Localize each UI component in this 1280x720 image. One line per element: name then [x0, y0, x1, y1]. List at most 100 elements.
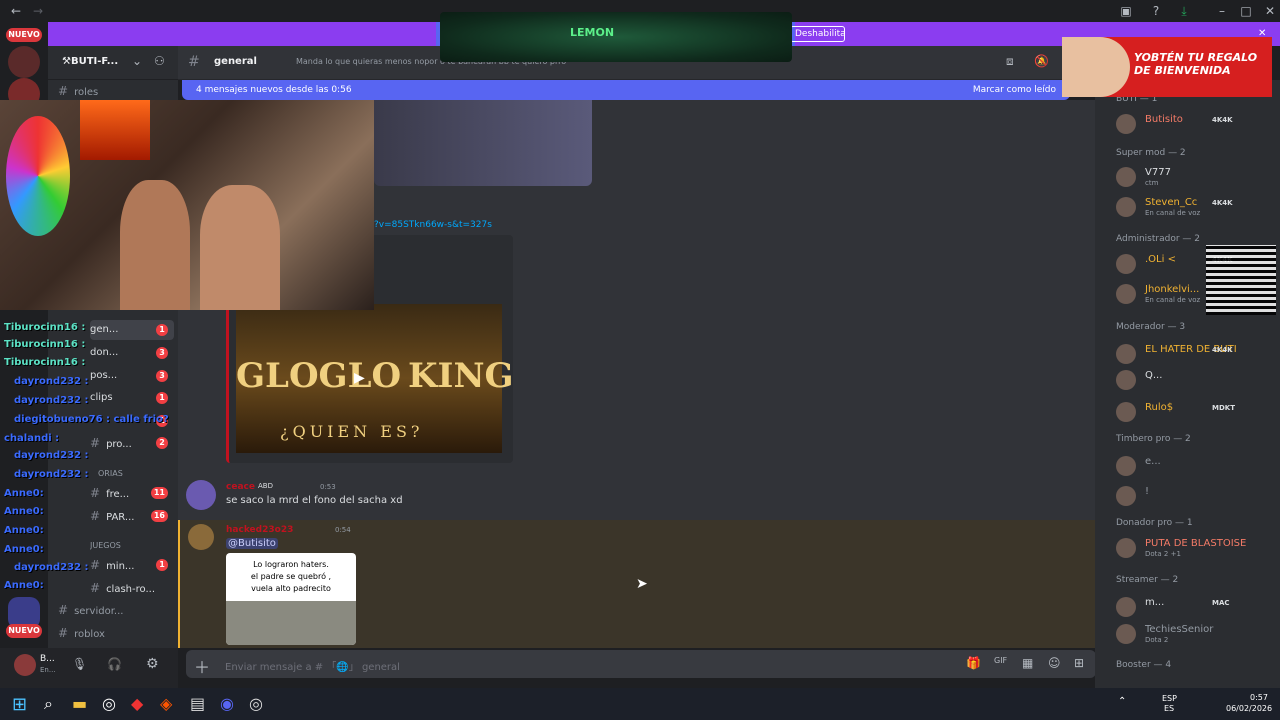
user-status: En... [40, 666, 56, 674]
add-member-icon[interactable]: ⚇ [154, 54, 165, 68]
video-subtitle: ¿QUIEN ES? [280, 422, 424, 441]
app-icon[interactable]: ◎ [249, 694, 263, 713]
hash-icon: # [58, 603, 69, 617]
channel-min[interactable]: # min... 1 [90, 555, 174, 575]
close-icon[interactable]: ✕ [1262, 3, 1278, 19]
channel-pos[interactable]: pos... 3 [90, 366, 174, 386]
user-panel: B... En... 🎙 🎧 ⚙ [0, 648, 178, 688]
headphones-icon[interactable]: 🎧 [107, 657, 122, 671]
user-mention[interactable]: @Butisito [226, 538, 278, 549]
message-input[interactable]: Enviar mensaje a # 「🌐」 general [225, 658, 400, 673]
member-name: TechiesSenior [1145, 624, 1214, 635]
member-item[interactable]: PUTA DE BLASTOISE Dota 2 +1 [1116, 536, 1276, 560]
mute-bell-icon[interactable]: 🔕 [1034, 54, 1049, 68]
member-item[interactable]: TechiesSenior Dota 2 [1116, 622, 1276, 646]
category-juegos[interactable]: JUEGOS [90, 536, 174, 556]
close-icon[interactable]: ✕ [1258, 28, 1266, 39]
member-name: Rulo$ [1145, 402, 1174, 413]
member-item[interactable]: Rulo$ MDKT [1116, 400, 1276, 424]
hash-icon: # [58, 84, 69, 98]
server-icon[interactable] [8, 46, 40, 78]
search-icon[interactable]: ⌕ [44, 694, 53, 714]
forward-arrow-icon[interactable]: → [30, 3, 46, 19]
minimize-icon[interactable]: – [1214, 3, 1230, 19]
member-name: Butisito [1145, 114, 1183, 125]
message-author[interactable]: ceace [226, 482, 255, 492]
channel-par[interactable]: # PAR... 16 [90, 506, 174, 526]
member-name: Q... [1145, 370, 1163, 381]
avatar[interactable] [188, 524, 214, 550]
video-link[interactable]: ?v=85STkn66w-s&t=327s [374, 220, 492, 230]
server-header[interactable]: ⚒BUTI-F... ⌄ ⚇ [48, 46, 178, 80]
member-item[interactable]: Q... [1116, 368, 1276, 392]
apps-icon[interactable]: ⊞ [1074, 656, 1084, 670]
threads-icon[interactable]: ⧈ [1006, 54, 1014, 69]
video-embed-top[interactable] [374, 100, 592, 186]
brave-icon[interactable]: ◈ [160, 694, 172, 713]
member-item[interactable]: m... MAC [1116, 595, 1276, 619]
member-item[interactable]: Butisito 4K4K [1116, 112, 1276, 136]
member-item[interactable]: V777 ctm [1116, 165, 1276, 189]
stream-chat-name: Anne0: [4, 580, 44, 591]
member-tag: 4K4K [1212, 346, 1233, 354]
chrome-icon[interactable]: ◎ [102, 694, 116, 713]
inbox-icon[interactable]: ▣ [1118, 3, 1134, 19]
discord-icon[interactable]: ◉ [220, 694, 234, 713]
download-icon[interactable]: ⤓ [1176, 3, 1192, 19]
hash-icon: # [90, 558, 101, 572]
back-arrow-icon[interactable]: ← [8, 3, 24, 19]
hash-icon: # [90, 509, 101, 523]
play-icon[interactable]: ▶ [354, 370, 365, 386]
channel-roblox[interactable]: # roblox [58, 623, 174, 643]
message-text: se saco la mrd el fono del sacha xd [226, 495, 403, 506]
disable-button[interactable]: Deshabilitar [790, 26, 845, 42]
member-item[interactable]: ! [1116, 484, 1276, 508]
member-name: PUTA DE BLASTOISE [1145, 538, 1247, 549]
emoji-icon[interactable]: ☺ [1048, 656, 1061, 670]
sticker-icon[interactable]: ▦ [1022, 656, 1033, 670]
language-indicator[interactable]: ESP [1162, 694, 1177, 703]
windows-start-icon[interactable]: ⊞ [12, 694, 27, 715]
folder-icon[interactable]: ▬ [72, 694, 87, 713]
plus-icon[interactable]: ＋ [194, 654, 210, 678]
channel-pro[interactable]: # pro... 2 [90, 433, 174, 453]
gift-icon[interactable]: 🎁 [966, 656, 981, 670]
member-item[interactable]: EL HATER DE BUTI 4K4K [1116, 342, 1276, 366]
app-icon[interactable]: ▤ [190, 694, 205, 713]
channel-don[interactable]: don... 3 [90, 343, 174, 363]
avatar[interactable] [14, 654, 36, 676]
stream-chat-name: Anne0: [4, 544, 44, 555]
message-author[interactable]: hacked23o23 [226, 525, 293, 535]
microphone-icon[interactable]: 🎙 [72, 657, 87, 671]
stream-chat-name: Tiburocinn16 : [4, 357, 86, 368]
member-tag: MDKT [1212, 404, 1235, 412]
channel-general[interactable]: gen... 1 [90, 320, 174, 340]
message-composer[interactable]: ＋ Enviar mensaje a # 「🌐」 general 🎁 GIF ▦… [186, 650, 1096, 678]
hash-icon: # [90, 436, 101, 450]
member-item[interactable]: e... [1116, 454, 1276, 478]
gear-icon[interactable]: ⚙ [146, 656, 159, 672]
clock-time[interactable]: 0:57 [1250, 693, 1268, 702]
gif-icon[interactable]: GIF [994, 656, 1007, 665]
maximize-icon[interactable]: □ [1238, 3, 1254, 19]
app-icon[interactable]: ◆ [131, 694, 143, 713]
new-pill: NUEVO [6, 624, 42, 638]
chevron-up-icon[interactable]: ⌃ [1118, 696, 1126, 707]
server-name: ⚒BUTI-F... [62, 56, 119, 67]
avatar[interactable] [186, 480, 216, 510]
category-historias[interactable]: ORIAS [98, 464, 174, 484]
new-messages-bar[interactable]: 4 mensajes nuevos desde las 0:56 Marcar … [182, 80, 1070, 100]
member-tag: 4K4K [1212, 199, 1233, 207]
video-thumbnail[interactable]: GLOGLO KING ¿QUIEN ES? ▶ [236, 304, 514, 453]
channel-roles[interactable]: # roles [58, 81, 174, 101]
help-icon[interactable]: ? [1148, 3, 1164, 19]
meme-image[interactable]: Lo lograron haters. el padre se quebró ,… [226, 553, 356, 645]
channel-title: general [214, 56, 257, 67]
mark-read-button[interactable]: Marcar como leído [973, 80, 1056, 100]
channel-servidor[interactable]: # servidor... [58, 600, 174, 620]
member-item[interactable]: Steven_Cc 4K4K En canal de voz [1116, 195, 1276, 219]
channel-clash[interactable]: # clash-ro... [90, 578, 174, 598]
avatar [1116, 284, 1136, 304]
channel-clips[interactable]: clips 1 [90, 388, 174, 408]
channel-fre[interactable]: # fre... 11 [90, 483, 174, 503]
